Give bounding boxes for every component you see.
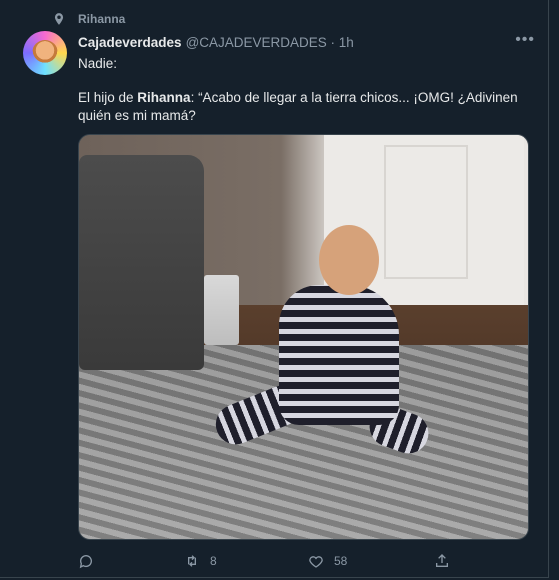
social-context: Rihanna [52, 9, 125, 29]
reply-icon [79, 555, 92, 569]
avatar[interactable] [23, 31, 67, 75]
retweet-count: 8 [210, 554, 217, 568]
tweet-header: Cajadeverdades @CAJADEVERDADES · 1h ••• [78, 31, 535, 51]
share-icon [436, 554, 448, 567]
image-child [204, 225, 454, 495]
image-sofa [79, 155, 204, 370]
location-pin-icon [54, 13, 64, 25]
share-button[interactable] [434, 553, 450, 569]
retweet-button[interactable]: 8 [184, 553, 308, 569]
handle-and-time[interactable]: @CAJADEVERDADES · 1h [186, 35, 354, 50]
image-child-body [279, 285, 399, 425]
image-child-head [319, 225, 379, 295]
heart-icon [309, 556, 323, 568]
retweet-icon [188, 555, 196, 567]
like-button[interactable]: 58 [308, 553, 434, 569]
display-name[interactable]: Cajadeverdades [78, 35, 182, 50]
tweet-line-2: El hijo de Rihanna: “Acabo de llegar a l… [78, 89, 518, 125]
tweet-image[interactable] [78, 134, 529, 540]
more-options-icon[interactable]: ••• [515, 31, 535, 49]
mentioned-name: Rihanna [137, 90, 191, 105]
reply-button[interactable] [78, 553, 184, 569]
tweet-line-2-prefix: El hijo de [78, 90, 138, 105]
tweet-actions: 8 58 [78, 551, 478, 571]
tweet-line-1: Nadie: [78, 56, 118, 71]
like-count: 58 [334, 554, 348, 568]
context-label: Rihanna [78, 12, 126, 26]
tweet-text: Nadie: El hijo de Rihanna: “Acabo de lle… [78, 55, 518, 125]
